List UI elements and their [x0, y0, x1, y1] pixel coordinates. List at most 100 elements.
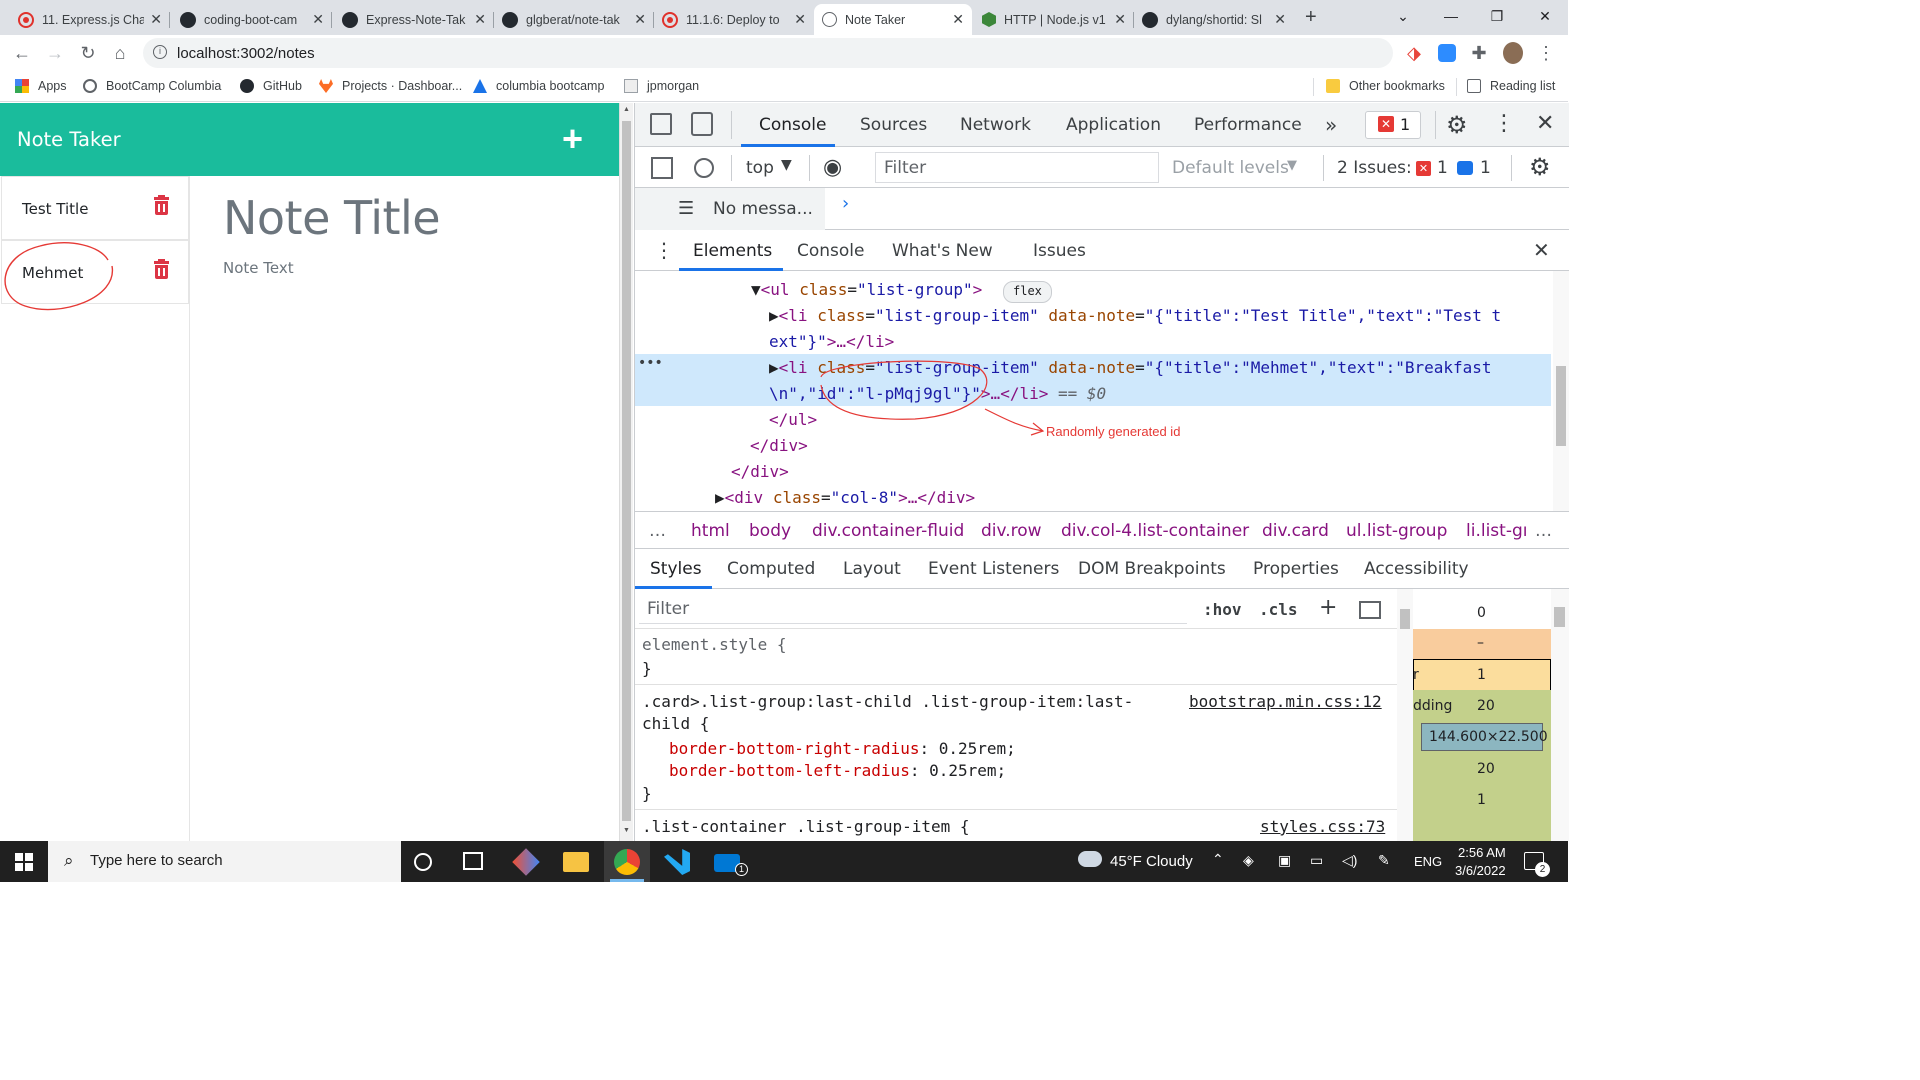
tab-computed[interactable]: Computed	[727, 559, 815, 579]
padding-bottom-value[interactable]: 20	[1477, 761, 1495, 777]
settings-gear-icon[interactable]: ⚙	[1446, 111, 1468, 139]
window-close-icon[interactable]: ✕	[1522, 0, 1568, 32]
bookmark-jpmorgan[interactable]: jpmorgan	[624, 79, 699, 93]
close-icon[interactable]: ✕	[312, 11, 324, 28]
bookmark-columbia-bootcamp[interactable]: columbia bootcamp	[473, 79, 604, 93]
live-expression-eye-icon[interactable]: ◉	[823, 155, 842, 180]
trash-icon[interactable]	[154, 259, 169, 279]
console-filter-input[interactable]: Filter	[875, 152, 1159, 183]
tab-properties[interactable]: Properties	[1253, 559, 1339, 579]
minimize-icon[interactable]: —	[1428, 0, 1474, 32]
tab-network[interactable]: Network	[960, 115, 1031, 135]
tab-console-drawer[interactable]: Console	[797, 241, 865, 261]
tab-layout[interactable]: Layout	[843, 559, 901, 579]
bookmark-github[interactable]: GitHub	[240, 79, 302, 93]
weather-text[interactable]: 45°F Cloudy	[1110, 853, 1193, 870]
cloud-weather-icon[interactable]	[1078, 851, 1102, 867]
console-settings-gear-icon[interactable]: ⚙	[1529, 153, 1551, 181]
taskbar-search[interactable]: ⌕ Type here to search	[48, 841, 401, 882]
address-bar[interactable]: i localhost:3002/notes	[143, 38, 1393, 68]
note-text-area[interactable]: Note Text	[223, 259, 294, 277]
class-toggle[interactable]: .cls	[1259, 600, 1298, 619]
styles-scrollbar[interactable]	[1397, 589, 1413, 841]
flex-badge[interactable]: flex	[1003, 281, 1052, 303]
git-icon[interactable]	[512, 848, 540, 876]
close-devtools-icon[interactable]: ✕	[1536, 111, 1554, 136]
other-bookmarks[interactable]: Other bookmarks	[1326, 79, 1445, 93]
dom-node-div-close[interactable]: </div>	[750, 436, 808, 455]
scrollbar-thumb[interactable]	[1556, 366, 1566, 446]
close-drawer-icon[interactable]: ✕	[1533, 238, 1550, 262]
tab-deploy[interactable]: 11.1.6: Deploy to ✕	[654, 4, 814, 35]
dropdown-arrow-icon[interactable]: ▼	[781, 157, 792, 173]
dropbox-icon[interactable]: ◈	[1243, 852, 1254, 869]
device-icon[interactable]: ▣	[1278, 852, 1291, 869]
app-brand[interactable]: Note Taker	[17, 128, 121, 151]
scrollbar-thumb[interactable]	[1554, 607, 1565, 627]
tab-express-note-taker[interactable]: Express-Note-Tak ✕	[334, 4, 494, 35]
profile-avatar[interactable]	[1503, 42, 1523, 64]
tab-elements[interactable]: Elements	[693, 241, 772, 261]
log-levels-dropdown[interactable]: Default levels	[1172, 158, 1289, 178]
no-messages-label[interactable]: No messa...	[713, 199, 813, 219]
dom-node-div-close[interactable]: </div>	[731, 462, 789, 481]
tab-application[interactable]: Application	[1066, 115, 1161, 135]
clock-time[interactable]: 2:56 AM	[1458, 845, 1506, 860]
tab-event-listeners[interactable]: Event Listeners	[928, 559, 1059, 579]
rule-declaration[interactable]: border-bottom-left-radius: 0.25rem;	[669, 761, 1006, 780]
breadcrumb-item[interactable]: div.card	[1262, 521, 1329, 541]
tab-search-chevron-icon[interactable]: ⌄	[1380, 0, 1426, 32]
inspect-element-icon[interactable]	[650, 113, 672, 135]
cortana-icon[interactable]	[414, 853, 432, 871]
issues-label[interactable]: 2 Issues:	[1337, 158, 1412, 178]
breadcrumb-item[interactable]: ul.list-group	[1346, 521, 1447, 541]
margin-top-value[interactable]: 0	[1477, 605, 1486, 621]
maximize-icon[interactable]: ❐	[1474, 0, 1520, 32]
zoom-extension-icon[interactable]	[1438, 44, 1456, 62]
dropdown-arrow-icon[interactable]: ▼	[1287, 158, 1297, 173]
rule-selector[interactable]: .list-container .list-group-item {	[642, 817, 970, 836]
tab-http-nodejs[interactable]: HTTP | Node.js v1 ✕	[974, 4, 1134, 35]
trash-icon[interactable]	[154, 195, 169, 215]
note-title-input[interactable]: Note Title	[223, 191, 441, 245]
boxmodel-scrollbar[interactable]	[1551, 589, 1569, 841]
dom-node-li[interactable]: ▶<li class="list-group-item" data-note="…	[769, 306, 1501, 325]
task-view-icon[interactable]	[463, 852, 483, 870]
device-toolbar-icon[interactable]	[691, 112, 713, 136]
volume-icon[interactable]: ◁)	[1342, 852, 1357, 869]
bookmark-projects-dashboard[interactable]: Projects · Dashboar...	[319, 79, 462, 93]
breadcrumb-item[interactable]: div.row	[981, 521, 1042, 541]
tab-accessibility[interactable]: Accessibility	[1364, 559, 1469, 579]
breadcrumb-ellipsis[interactable]: …	[649, 521, 666, 541]
border-bottom-value[interactable]: 1	[1477, 792, 1486, 808]
clock-date[interactable]: 3/6/2022	[1455, 863, 1506, 878]
new-note-button[interactable]: +	[562, 117, 583, 161]
hover-state-toggle[interactable]: :hov	[1203, 600, 1242, 619]
close-icon[interactable]: ✕	[1274, 11, 1286, 28]
chrome-icon[interactable]	[614, 849, 640, 875]
page-scrollbar[interactable]: ▲ ▼	[619, 103, 633, 841]
rule-source-link[interactable]: bootstrap.min.css:12	[1189, 692, 1382, 711]
tab-issues[interactable]: Issues	[1033, 241, 1086, 261]
vscode-icon[interactable]	[664, 849, 690, 875]
breadcrumb-item[interactable]: html	[691, 521, 730, 541]
clear-console-icon[interactable]	[694, 158, 714, 178]
rule-selector[interactable]: .card>.list-group:last-child .list-group…	[642, 692, 1133, 711]
bookmark-apps[interactable]: Apps	[15, 79, 67, 93]
reading-list[interactable]: Reading list	[1467, 79, 1555, 93]
tab-shortid[interactable]: dylang/shortid: Sl ✕	[1134, 4, 1294, 35]
tab-express-chapter[interactable]: 11. Express.js Cha ✕	[10, 4, 170, 35]
chrome-menu-icon[interactable]: ⋮	[1535, 43, 1557, 64]
devtools-menu-icon[interactable]: ⋮	[1493, 111, 1515, 136]
tab-note-taker[interactable]: Note Taker ✕	[814, 4, 972, 35]
close-icon[interactable]: ✕	[474, 11, 486, 28]
rule-declaration[interactable]: border-bottom-right-radius: 0.25rem;	[669, 739, 1016, 758]
error-counter[interactable]: ✕ 1	[1365, 111, 1421, 139]
new-style-rule-icon[interactable]: +	[1319, 595, 1337, 620]
tab-dom-breakpoints[interactable]: DOM Breakpoints	[1078, 559, 1226, 579]
breadcrumb-item[interactable]: body	[749, 521, 791, 541]
tray-expand-icon[interactable]: ⌃	[1212, 851, 1224, 868]
breadcrumb-item[interactable]: div.col-4.list-container	[1061, 521, 1249, 541]
back-icon[interactable]: ←	[11, 43, 33, 64]
toggle-sidebar-icon[interactable]	[1359, 601, 1381, 619]
